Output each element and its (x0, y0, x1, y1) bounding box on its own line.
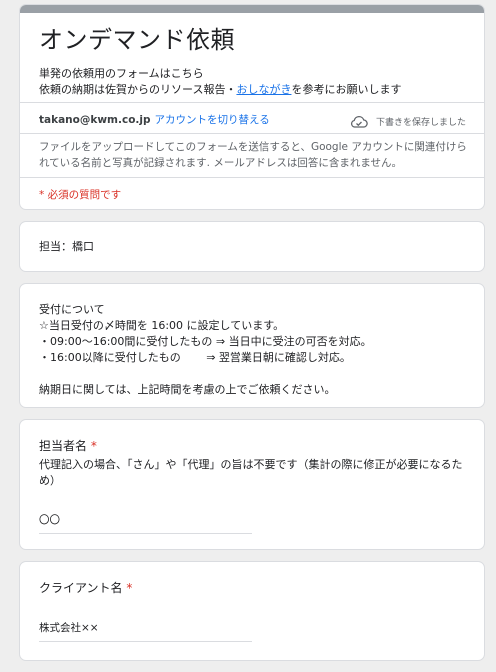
desc-line-1: 単発の依頼用のフォームはこちら (39, 67, 204, 80)
assignee-card: 担当：橋口 (19, 221, 485, 272)
question-person-card: 担当者名 * 代理記入の場合、「さん」や「代理」の旨は不要です（集計の際に修正が… (19, 419, 485, 550)
required-star: * (126, 581, 133, 595)
account-row: takano@kwm.co.jp アカウントを切り替える (39, 112, 270, 128)
question-person-title: 担当者名 * (39, 437, 97, 454)
header-divider-1 (20, 102, 484, 103)
reception-info-card: 受付について ☆当日受付の〆時間を 16:00 に設定しています。 ・09:00… (19, 283, 485, 408)
question-person-help: 代理記入の場合、「さん」や「代理」の旨は不要です（集計の際に修正が必要になるため… (39, 458, 463, 487)
desc-line-2-prefix: 依頼の納期は佐賀からのリソース報告・ (39, 83, 237, 96)
cloud-check-icon (350, 116, 368, 128)
form-header-card: オンデマンド依頼 単発の依頼用のフォームはこちら 依頼の納期は佐賀からのリソース… (19, 4, 485, 210)
person-name-input[interactable]: 〇〇 (39, 512, 252, 534)
oshinagaki-link[interactable]: おしながき (236, 83, 291, 96)
reception-info-text: 受付について ☆当日受付の〆時間を 16:00 に設定しています。 ・09:00… (39, 303, 372, 396)
desc-line-2: 依頼の納期は佐賀からのリソース報告・おしながきを参考にお願いします (39, 82, 401, 98)
required-note: * 必須の質問です (39, 189, 122, 201)
client-name-input[interactable]: 株式会社×× (39, 620, 252, 642)
draft-saved-text: 下書きを保存しました (375, 118, 466, 128)
question-person-label: 担当者名 (39, 439, 88, 453)
form-title: オンデマンド依頼 (39, 26, 235, 54)
account-email: takano@kwm.co.jp (39, 114, 151, 126)
question-client-title: クライアント名 * (39, 579, 132, 596)
draft-saved-status: 下書きを保存しました (350, 115, 466, 128)
header-divider-3 (20, 177, 484, 178)
switch-account-link[interactable]: アカウントを切り替える (155, 114, 270, 126)
question-client-card: クライアント名 * 株式会社×× (19, 561, 485, 661)
form-description: 単発の依頼用のフォームはこちら 依頼の納期は佐賀からのリソース報告・おしながきを… (39, 66, 401, 98)
assignee-text: 担当：橋口 (39, 240, 94, 253)
header-divider-2 (20, 133, 484, 134)
header-accent-band (20, 5, 484, 13)
question-client-label: クライアント名 (39, 581, 123, 595)
required-star: * (90, 439, 97, 453)
privacy-notice: ファイルをアップロードしてこのフォームを送信すると、Google アカウントに関… (39, 141, 467, 169)
desc-line-2-suffix: を参考にお願いします (291, 83, 402, 96)
